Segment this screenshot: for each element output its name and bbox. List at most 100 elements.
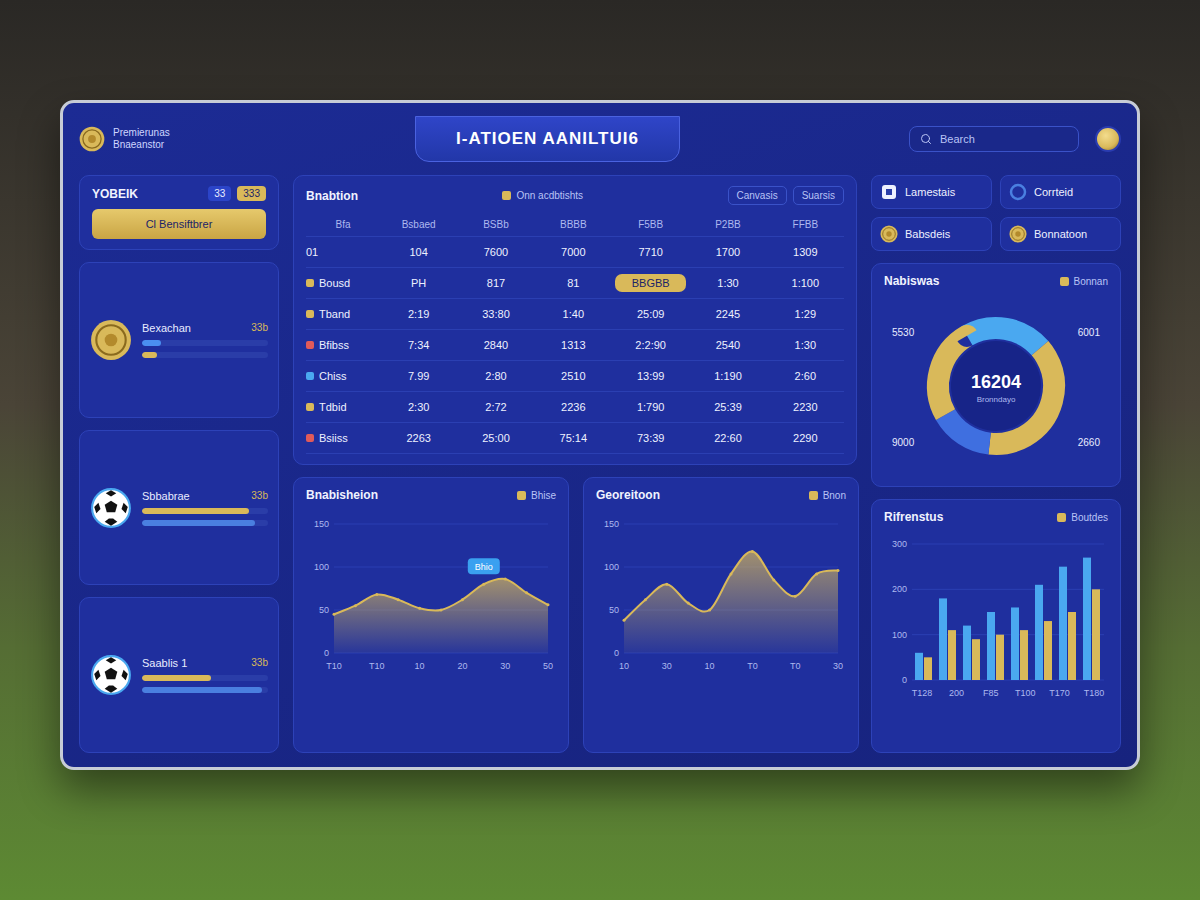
table-cell[interactable]: 13:99 bbox=[615, 367, 686, 385]
table-cell[interactable]: 7600 bbox=[460, 243, 531, 261]
table-cell[interactable]: BBGBB bbox=[615, 274, 686, 292]
table-cell[interactable]: 22:60 bbox=[692, 429, 763, 447]
table-cell[interactable]: 2:2:90 bbox=[615, 336, 686, 354]
table-cell[interactable]: 2236 bbox=[538, 398, 609, 416]
search-field[interactable]: Bearch bbox=[909, 126, 1079, 152]
table-cell[interactable]: 1:30 bbox=[770, 336, 841, 354]
data-point bbox=[751, 550, 754, 553]
quick-action-button[interactable]: Bonnatoon bbox=[1000, 217, 1121, 251]
table-cell[interactable]: 2245 bbox=[692, 305, 763, 323]
table-cell[interactable]: 1:29 bbox=[770, 305, 841, 323]
table-row[interactable]: 0110476007000771017001309 bbox=[306, 237, 844, 268]
y-tick: 0 bbox=[614, 648, 619, 658]
column-header[interactable]: BBBB bbox=[538, 216, 609, 233]
table-cell[interactable]: 1700 bbox=[692, 243, 763, 261]
quick-action-button[interactable]: Babsdeis bbox=[871, 217, 992, 251]
table-cell[interactable]: 2263 bbox=[383, 429, 454, 447]
table-cell[interactable]: 1:40 bbox=[538, 305, 609, 323]
table-cell[interactable]: 81 bbox=[538, 274, 609, 292]
table-row[interactable]: Tband2:1933:801:4025:0922451:29 bbox=[306, 299, 844, 330]
table-cell[interactable]: 33:80 bbox=[460, 305, 531, 323]
progress-fill bbox=[142, 520, 255, 526]
table-cell[interactable]: 2:72 bbox=[460, 398, 531, 416]
svg-text:Bhio: Bhio bbox=[475, 562, 493, 572]
row-label: Bousd bbox=[306, 277, 380, 289]
table-row[interactable]: Bfibss7:34284013132:2:9025401:30 bbox=[306, 330, 844, 361]
table-cell[interactable]: 25:39 bbox=[692, 398, 763, 416]
table-cell[interactable]: 1309 bbox=[770, 243, 841, 261]
table-cell[interactable]: 2540 bbox=[692, 336, 763, 354]
x-tick: 200 bbox=[949, 688, 964, 698]
table-cell[interactable]: 1:790 bbox=[615, 398, 686, 416]
segment-label: 2660 bbox=[1078, 437, 1101, 448]
bar bbox=[1059, 567, 1067, 680]
line-chart-panel: GeoreitoonBnon150100500103010T0T030 bbox=[583, 477, 859, 753]
table-cell[interactable]: 1:190 bbox=[692, 367, 763, 385]
quick-action-button[interactable]: Corrteid bbox=[1000, 175, 1121, 209]
team-card[interactable]: Sbbabrae33b bbox=[79, 430, 279, 586]
table-cell[interactable]: 2290 bbox=[770, 429, 841, 447]
team-icon bbox=[306, 372, 314, 380]
column-header[interactable]: BSBb bbox=[460, 216, 531, 233]
quick-action-button[interactable]: Lamestais bbox=[871, 175, 992, 209]
column-header[interactable]: Bsbaed bbox=[383, 216, 454, 233]
square-icon bbox=[880, 183, 898, 201]
table-cell[interactable]: 2840 bbox=[460, 336, 531, 354]
table-cell[interactable]: 104 bbox=[383, 243, 454, 261]
table-cell[interactable]: 7000 bbox=[538, 243, 609, 261]
bar bbox=[1011, 607, 1019, 680]
bar-chart: 3002001000T128200F85T100T170T180 bbox=[884, 532, 1110, 702]
table-cell[interactable]: 25:00 bbox=[460, 429, 531, 447]
primary-button[interactable]: Cl Bensiftbrer bbox=[92, 209, 266, 239]
table-action[interactable]: Suarsis bbox=[793, 186, 844, 205]
table-cell[interactable]: 2:80 bbox=[460, 367, 531, 385]
table-cell[interactable]: 1:30 bbox=[692, 274, 763, 292]
table-cell[interactable]: 7:34 bbox=[383, 336, 454, 354]
table-cell[interactable]: 2:30 bbox=[383, 398, 454, 416]
table-cell[interactable]: 7.99 bbox=[383, 367, 454, 385]
x-tick: 10 bbox=[619, 661, 629, 671]
table-row[interactable]: BousdPH 817 81 BBGBB 1:30 1:100 bbox=[306, 268, 844, 299]
column-header[interactable]: P2BB bbox=[692, 216, 763, 233]
logo[interactable]: PremierunasBnaeanstor bbox=[79, 126, 279, 152]
x-tick: T180 bbox=[1084, 688, 1105, 698]
x-tick: 30 bbox=[833, 661, 843, 671]
bar bbox=[1020, 630, 1028, 680]
y-tick: 150 bbox=[604, 519, 619, 529]
table-cell[interactable]: 25:09 bbox=[615, 305, 686, 323]
team-card[interactable]: Bexachan33b bbox=[79, 262, 279, 418]
table-row[interactable]: Bsiiss2263 25:00 75:14 73:39 22:60 2290 bbox=[306, 423, 844, 454]
team-card[interactable]: Saablis 133b bbox=[79, 597, 279, 753]
bar bbox=[948, 630, 956, 680]
table-cell[interactable]: PH bbox=[383, 274, 454, 292]
table-cell[interactable]: 75:14 bbox=[538, 429, 609, 447]
avatar[interactable] bbox=[1095, 126, 1121, 152]
table-row[interactable]: Tdbid2:302:7222361:79025:392230 bbox=[306, 392, 844, 423]
table-cell[interactable]: 2:19 bbox=[383, 305, 454, 323]
bar bbox=[996, 635, 1004, 680]
table-cell[interactable]: 7710 bbox=[615, 243, 686, 261]
table-cell[interactable]: 2230 bbox=[770, 398, 841, 416]
data-point bbox=[525, 591, 528, 594]
card-value: 33b bbox=[251, 657, 268, 669]
data-point bbox=[418, 607, 421, 610]
circle-icon bbox=[1009, 183, 1027, 201]
table-action[interactable]: Canvasis bbox=[728, 186, 787, 205]
table-panel: BnabtionOnn acdbtishtsCanvasisSuarsisBfa… bbox=[293, 175, 857, 465]
table-cell[interactable]: 1313 bbox=[538, 336, 609, 354]
table-cell[interactable]: 2510 bbox=[538, 367, 609, 385]
table-row[interactable]: Chiss7.992:80251013:991:1902:60 bbox=[306, 361, 844, 392]
column-header[interactable]: FFBB bbox=[770, 216, 841, 233]
bar bbox=[1044, 621, 1052, 680]
column-header[interactable]: F5BB bbox=[615, 216, 686, 233]
table-cell[interactable]: 817 bbox=[460, 274, 531, 292]
row-label: Bsiiss bbox=[306, 432, 380, 444]
badge: 33 bbox=[208, 186, 231, 201]
card-value: 33b bbox=[251, 490, 268, 502]
column-header[interactable]: Bfa bbox=[309, 216, 377, 233]
progress-track bbox=[142, 508, 268, 514]
table-cell[interactable]: 1:100 bbox=[770, 274, 841, 292]
table-cell[interactable]: 73:39 bbox=[615, 429, 686, 447]
search-icon bbox=[920, 133, 932, 145]
table-cell[interactable]: 2:60 bbox=[770, 367, 841, 385]
